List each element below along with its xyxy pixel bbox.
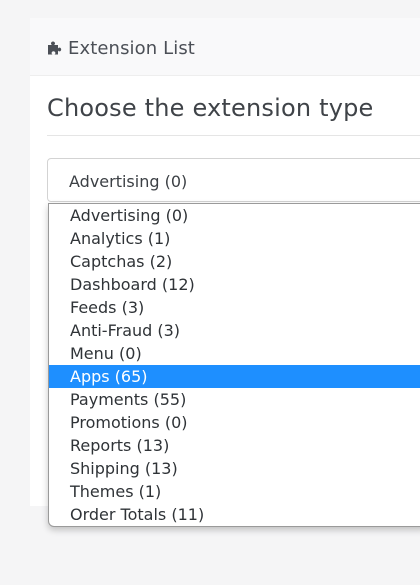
- dropdown-option-reports[interactable]: Reports (13): [49, 434, 420, 457]
- dropdown-option-apps[interactable]: Apps (65): [49, 365, 420, 388]
- select-current-value: Advertising (0): [69, 172, 188, 191]
- extension-type-dropdown[interactable]: Advertising (0) Analytics (1) Captchas (…: [48, 203, 420, 527]
- dropdown-option-payments[interactable]: Payments (55): [49, 388, 420, 411]
- panel-heading: Extension List: [30, 18, 420, 76]
- extension-type-select[interactable]: Advertising (0): [47, 158, 420, 202]
- dropdown-option-shipping[interactable]: Shipping (13): [49, 457, 420, 480]
- panel-title: Extension List: [46, 37, 195, 59]
- puzzle-icon: [48, 41, 62, 55]
- dropdown-option-themes[interactable]: Themes (1): [49, 480, 420, 503]
- dropdown-option-order-totals[interactable]: Order Totals (11): [49, 503, 420, 526]
- dropdown-option-promotions[interactable]: Promotions (0): [49, 411, 420, 434]
- section-title: Choose the extension type: [47, 94, 374, 122]
- dropdown-option-dashboard[interactable]: Dashboard (12): [49, 273, 420, 296]
- dropdown-option-anti-fraud[interactable]: Anti-Fraud (3): [49, 319, 420, 342]
- dropdown-option-menu[interactable]: Menu (0): [49, 342, 420, 365]
- section-divider: [47, 135, 420, 136]
- dropdown-option-analytics[interactable]: Analytics (1): [49, 227, 420, 250]
- dropdown-option-captchas[interactable]: Captchas (2): [49, 250, 420, 273]
- dropdown-option-feeds[interactable]: Feeds (3): [49, 296, 420, 319]
- dropdown-option-advertising[interactable]: Advertising (0): [49, 204, 420, 227]
- panel-title-text: Extension List: [68, 37, 195, 59]
- dropdown-options-list: Advertising (0) Analytics (1) Captchas (…: [49, 204, 420, 526]
